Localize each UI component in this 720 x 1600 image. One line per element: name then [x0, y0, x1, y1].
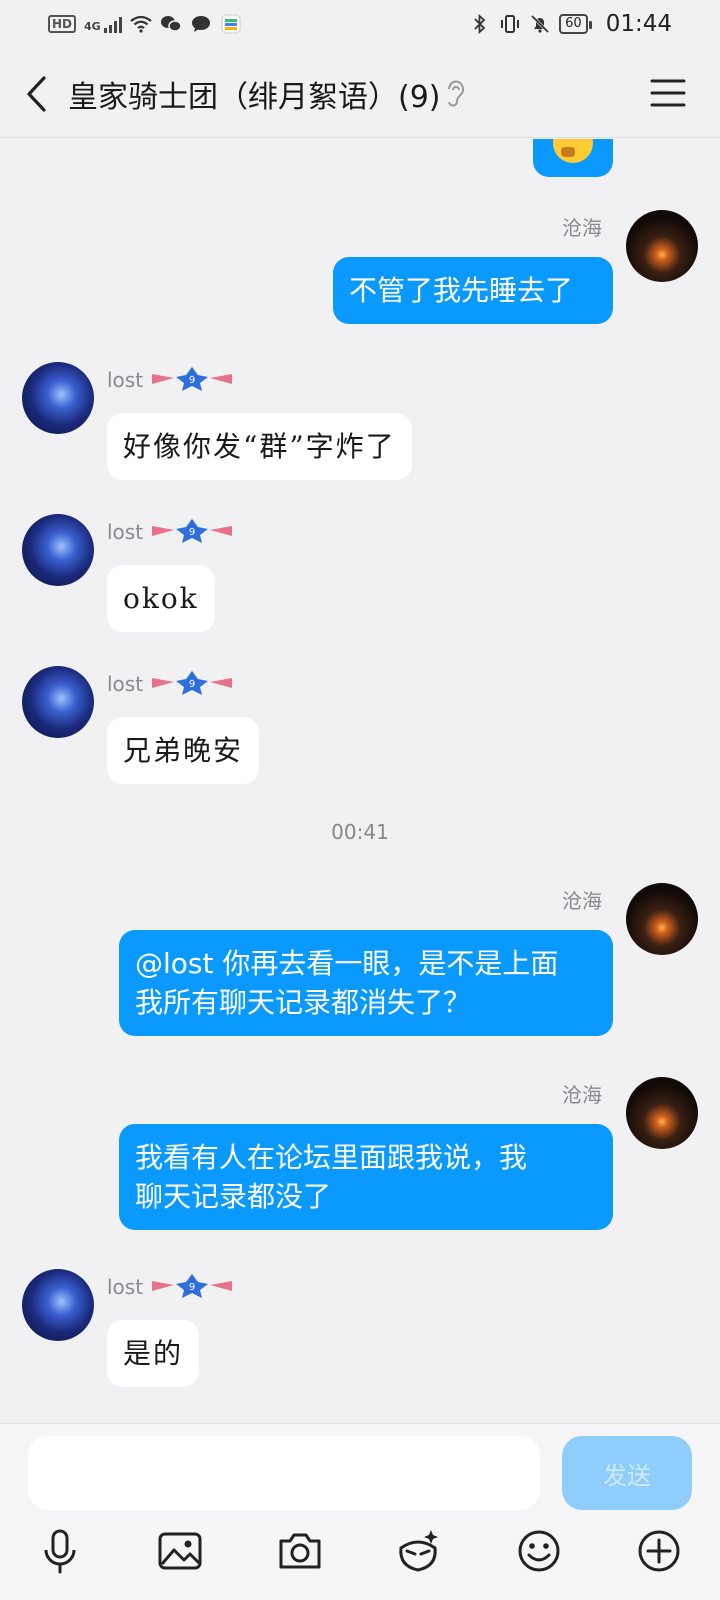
network-indicator: 4G: [84, 15, 122, 33]
level-badge-icon: 9: [152, 367, 232, 391]
svg-text:9: 9: [189, 527, 195, 538]
earpiece-mode-icon[interactable]: [444, 78, 468, 110]
avatar[interactable]: [22, 514, 94, 586]
level-badge-icon: 9: [152, 671, 232, 695]
message-bubble-incoming[interactable]: 是的: [107, 1320, 200, 1387]
chat-header: 皇家骑士团（绯月絮语）(9): [0, 48, 720, 138]
chat-title: 皇家骑士团（绯月絮语）(9): [68, 80, 441, 115]
emoji-icon[interactable]: [514, 1526, 564, 1576]
message-line: 我所有聊天记录都消失了？: [135, 986, 472, 1019]
level-badge-icon: 9: [152, 1274, 232, 1298]
mute-bell-icon: [529, 14, 551, 34]
sender-name: 沧海: [562, 216, 602, 240]
message-bubble-outgoing[interactable]: 不管了我先睡去了: [333, 257, 613, 324]
status-bar: HD 4G 60 01:44: [0, 0, 720, 48]
thinking-emoji-icon: [553, 139, 593, 163]
image-icon[interactable]: [155, 1526, 205, 1576]
input-toolbar: [0, 1526, 720, 1586]
microphone-icon[interactable]: [35, 1526, 85, 1576]
sticker-icon[interactable]: [393, 1526, 443, 1576]
message-line: 我看有人在论坛里面跟我说，我: [135, 1141, 528, 1174]
sender-name: lost: [107, 520, 144, 544]
send-button[interactable]: 发送: [562, 1436, 692, 1510]
avatar[interactable]: [626, 1077, 698, 1149]
message-bubble-outgoing[interactable]: [533, 139, 613, 177]
message-bubble-outgoing[interactable]: @lost 你再去看一眼，是不是上面 我所有聊天记录都消失了？: [119, 930, 613, 1036]
avatar[interactable]: [22, 666, 94, 738]
avatar[interactable]: [22, 1269, 94, 1341]
svg-text:9: 9: [189, 375, 195, 386]
svg-text:9: 9: [189, 1282, 195, 1293]
message-bubble-incoming[interactable]: 好像你发“群”字炸了: [107, 413, 412, 480]
sender-name: 沧海: [562, 1083, 602, 1107]
wifi-icon: [130, 14, 152, 34]
signal-icon: [103, 15, 122, 33]
bluetooth-icon: [469, 14, 491, 34]
message-line: @lost 你再去看一眼，是不是上面: [135, 947, 559, 980]
sender-name: lost: [107, 368, 144, 392]
plus-icon[interactable]: [634, 1526, 684, 1576]
message-bubble-incoming[interactable]: 兄弟晚安: [107, 717, 260, 784]
message-icon: [190, 14, 212, 34]
input-bar: 发送: [0, 1423, 720, 1600]
vibrate-icon: [499, 14, 521, 34]
clock: 01:44: [605, 11, 672, 37]
avatar[interactable]: [626, 883, 698, 955]
app-notification-icon: [220, 14, 242, 34]
message-bubble-outgoing[interactable]: 我看有人在论坛里面跟我说，我 聊天记录都没了: [119, 1124, 613, 1230]
wechat-icon: [160, 14, 182, 34]
status-left: HD 4G: [48, 14, 242, 34]
back-button[interactable]: [20, 74, 56, 114]
status-right: 60 01:44: [469, 11, 672, 37]
network-type: 4G: [84, 20, 101, 33]
message-line: 聊天记录都没了: [135, 1180, 332, 1213]
menu-icon[interactable]: [650, 76, 686, 110]
timestamp-separator: 00:41: [331, 820, 389, 844]
hd-indicator: HD: [48, 15, 77, 33]
level-badge-icon: 9: [152, 519, 232, 543]
sender-name: lost: [107, 1275, 144, 1299]
svg-text:9: 9: [189, 679, 195, 690]
sender-name: 沧海: [562, 889, 602, 913]
message-bubble-incoming[interactable]: okok: [107, 565, 215, 632]
message-input[interactable]: [28, 1436, 540, 1510]
avatar[interactable]: [22, 362, 94, 434]
camera-icon[interactable]: [275, 1526, 325, 1576]
sender-name: lost: [107, 672, 144, 696]
avatar[interactable]: [626, 210, 698, 282]
battery-indicator: 60: [559, 14, 592, 34]
